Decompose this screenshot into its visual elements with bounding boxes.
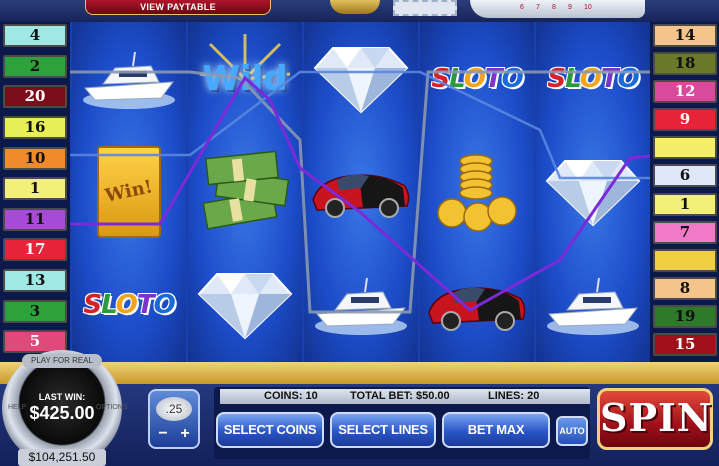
coin-increase-button[interactable]: + (176, 425, 194, 443)
select-coins-button[interactable]: SELECT COINS (216, 412, 324, 448)
payline-blue (70, 70, 650, 180)
coin-value: .25 (156, 397, 192, 421)
payline-badge[interactable]: 2 (3, 55, 67, 78)
payline-badge[interactable]: 1 (3, 177, 67, 200)
payline-badge[interactable]: 19 (653, 305, 717, 328)
lines-count: LINES: 20 (488, 390, 540, 402)
payline-badge[interactable]: 14 (653, 24, 717, 47)
balance-display: $104,251.50 (18, 449, 106, 466)
payline-badge[interactable]: 16 (3, 116, 67, 139)
spin-button[interactable]: SPIN (597, 388, 713, 450)
payline-badge[interactable]: 7 (653, 221, 717, 244)
last-win-value: $425.00 (29, 403, 95, 423)
payline-badge[interactable]: 15 (653, 333, 717, 356)
payline-badge[interactable]: 3 (3, 300, 67, 323)
last-win-label: LAST WIN: (38, 392, 86, 402)
coins-count: COINS: 10 (264, 390, 318, 402)
play-for-real-button[interactable]: PLAY FOR REAL (22, 354, 102, 368)
payline-badge[interactable] (653, 136, 717, 159)
payline-badge[interactable]: 6 (653, 164, 717, 187)
payline-badge[interactable]: 17 (3, 238, 67, 261)
total-bet: TOTAL BET: $50.00 (350, 390, 450, 402)
payline-purple (70, 75, 651, 312)
payline-badge[interactable]: 4 (3, 24, 67, 47)
bet-info-bar: COINS: 10 TOTAL BET: $50.00 LINES: 20 (220, 389, 590, 404)
payline-grey (70, 70, 650, 314)
payline-badge[interactable] (653, 249, 717, 272)
payline-badge[interactable]: 18 (653, 52, 717, 75)
payline-badge[interactable]: 13 (3, 269, 67, 292)
payline-badge[interactable]: 20 (3, 85, 67, 108)
options-link[interactable]: OPTIONS (96, 404, 128, 411)
payline-badge[interactable]: 8 (653, 277, 717, 300)
coin-decrease-button[interactable]: − (154, 425, 172, 443)
payline-badge[interactable]: 1 (653, 193, 717, 216)
auto-spin-button[interactable]: AUTO (556, 416, 588, 446)
payline-badge[interactable]: 9 (653, 108, 717, 131)
coin-value-selector: .25 − + (148, 389, 200, 449)
payline-badge[interactable]: 10 (3, 147, 67, 170)
bet-max-button[interactable]: BET MAX (442, 412, 550, 448)
payline-badge[interactable]: 11 (3, 208, 67, 231)
select-lines-button[interactable]: SELECT LINES (330, 412, 436, 448)
payline-badge[interactable]: 12 (653, 80, 717, 103)
